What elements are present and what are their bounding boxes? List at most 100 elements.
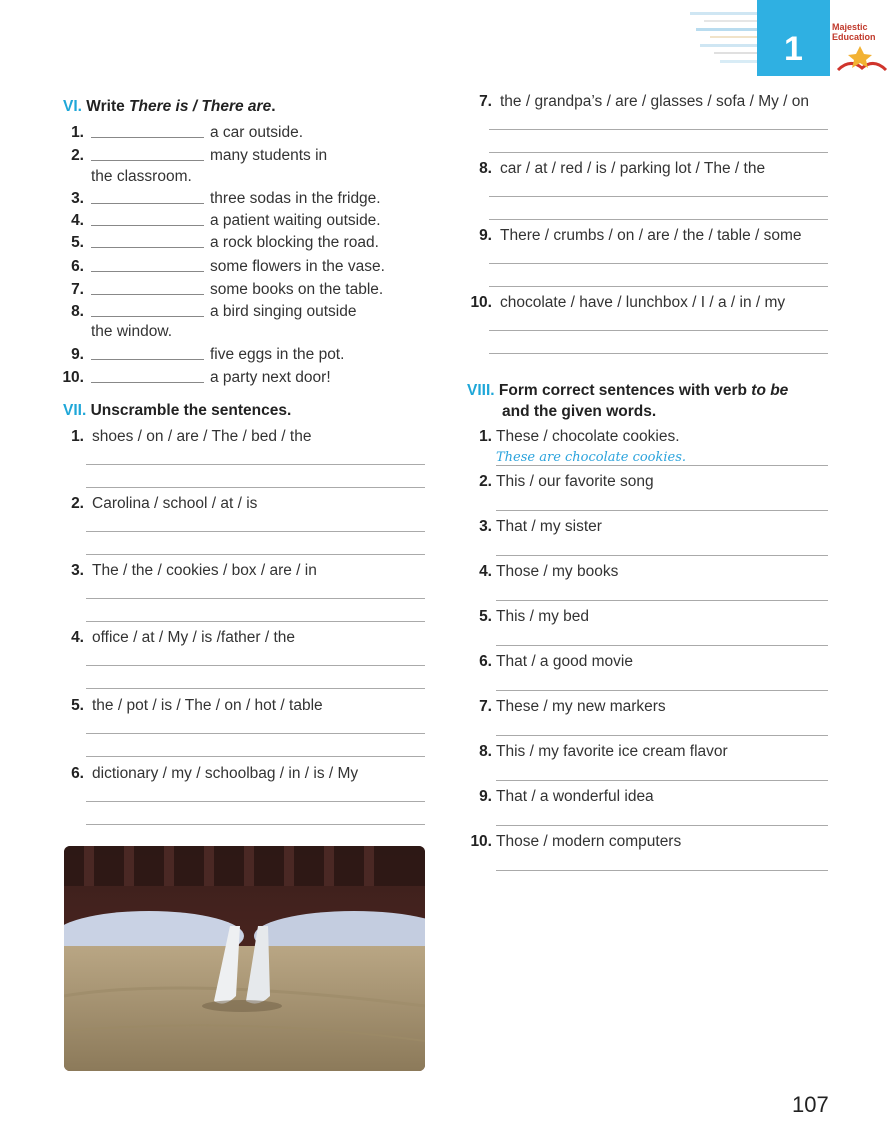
item-number: 1.: [71, 124, 84, 141]
item-text: These / chocolate cookies.: [496, 428, 680, 445]
answer-blank[interactable]: [91, 225, 204, 226]
section-8-heading-line-2: and the given words.: [502, 403, 657, 420]
unit-number: 1: [784, 30, 803, 68]
answer-line[interactable]: [489, 330, 828, 331]
item-text: office / at / My / is /father / the: [92, 629, 296, 646]
answer-line[interactable]: [496, 465, 828, 466]
item-text: Those / my books: [496, 563, 619, 580]
answer-line[interactable]: [496, 600, 828, 601]
answer-line[interactable]: [496, 645, 828, 646]
answer-line[interactable]: [86, 665, 425, 666]
item-text-continuation: the window.: [91, 323, 172, 340]
answer-line[interactable]: [489, 263, 828, 264]
answer-line[interactable]: [496, 690, 828, 691]
item-number: 3.: [71, 562, 84, 579]
answer-line[interactable]: [489, 196, 828, 197]
item-number: 3.: [479, 518, 492, 535]
item-number: 7.: [479, 93, 492, 110]
item-text: three sodas in the fridge.: [210, 190, 381, 207]
answer-line[interactable]: [86, 801, 425, 802]
answer-line[interactable]: [86, 733, 425, 734]
item-number: 5.: [479, 608, 492, 625]
answer-line[interactable]: [496, 780, 828, 781]
answer-line[interactable]: [496, 735, 828, 736]
item-number: 4.: [71, 212, 84, 229]
answer-line[interactable]: [86, 531, 425, 532]
answer-line[interactable]: [86, 487, 425, 488]
item-number: 2.: [479, 473, 492, 490]
answer-line[interactable]: [86, 824, 425, 825]
answer-line[interactable]: [496, 825, 828, 826]
item-text: These / my new markers: [496, 698, 666, 715]
answer-line[interactable]: [86, 598, 425, 599]
item-number: 1.: [71, 428, 84, 445]
answer-blank[interactable]: [91, 160, 204, 161]
logo-text-education: Education: [832, 32, 876, 42]
answer-line[interactable]: [489, 353, 828, 354]
answer-blank[interactable]: [91, 203, 204, 204]
item-text: The / the / cookies / box / are / in: [92, 562, 317, 579]
item-text: a car outside.: [210, 124, 304, 141]
book-logo-icon: [836, 46, 888, 72]
answer-line[interactable]: [86, 464, 425, 465]
item-text: This / my bed: [496, 608, 590, 625]
item-number: 4.: [71, 629, 84, 646]
item-text: a bird singing outside: [210, 303, 357, 320]
answer-blank[interactable]: [91, 247, 204, 248]
item-number: 9.: [71, 346, 84, 363]
item-text: a patient waiting outside.: [210, 212, 381, 229]
item-number: 2.: [71, 495, 84, 512]
answer-blank[interactable]: [91, 137, 204, 138]
item-number: 5.: [71, 234, 84, 251]
answer-line[interactable]: [86, 554, 425, 555]
section-8-heading: VIII. Form correct sentences with verb t…: [467, 382, 789, 399]
item-number: 8.: [479, 743, 492, 760]
item-number: 2.: [71, 147, 84, 164]
answer-line[interactable]: [86, 688, 425, 689]
answer-line[interactable]: [496, 510, 828, 511]
item-number: 9.: [479, 788, 492, 805]
answer-line[interactable]: [489, 219, 828, 220]
item-number: 9.: [479, 227, 492, 244]
example-answer: These are chocolate cookies.: [496, 450, 687, 465]
answer-line[interactable]: [86, 756, 425, 757]
item-number: 6.: [71, 258, 84, 275]
item-number: 7.: [479, 698, 492, 715]
answer-blank[interactable]: [91, 271, 204, 272]
answer-line[interactable]: [489, 286, 828, 287]
answer-line[interactable]: [86, 621, 425, 622]
item-text: Carolina / school / at / is: [92, 495, 258, 512]
item-text: This / my favorite ice cream flavor: [496, 743, 728, 760]
item-number: 6.: [479, 653, 492, 670]
item-text: dictionary / my / schoolbag / in / is / …: [92, 765, 359, 782]
answer-blank[interactable]: [91, 294, 204, 295]
shoes-on-bed-photo: [64, 846, 425, 1071]
item-text: many students in: [210, 147, 328, 164]
item-number: 1.: [479, 428, 492, 445]
answer-line[interactable]: [489, 152, 828, 153]
item-text-continuation: the classroom.: [91, 168, 192, 185]
item-text: shoes / on / are / The / bed / the: [92, 428, 312, 445]
item-number: 6.: [71, 765, 84, 782]
item-text: That / my sister: [496, 518, 602, 535]
item-number: 4.: [479, 563, 492, 580]
answer-blank[interactable]: [91, 382, 204, 383]
item-text: a party next door!: [210, 369, 331, 386]
answer-blank[interactable]: [91, 316, 204, 317]
answer-line[interactable]: [496, 555, 828, 556]
header-decoration: [690, 8, 760, 68]
item-text: chocolate / have / lunchbox / I / a / in…: [500, 294, 786, 311]
publisher-logo: Majestic Education: [830, 18, 892, 78]
answer-blank[interactable]: [91, 359, 204, 360]
item-text: five eggs in the pot.: [210, 346, 345, 363]
item-number: 10.: [470, 833, 492, 850]
item-text: That / a wonderful idea: [496, 788, 654, 805]
item-number: 7.: [71, 281, 84, 298]
page-number: 107: [792, 1092, 829, 1117]
answer-line[interactable]: [489, 129, 828, 130]
item-text: That / a good movie: [496, 653, 633, 670]
answer-line[interactable]: [496, 870, 828, 871]
item-text: car / at / red / is / parking lot / The …: [500, 160, 766, 177]
section-7-heading: VII. Unscramble the sentences.: [63, 402, 292, 419]
item-text: some flowers in the vase.: [210, 258, 385, 275]
